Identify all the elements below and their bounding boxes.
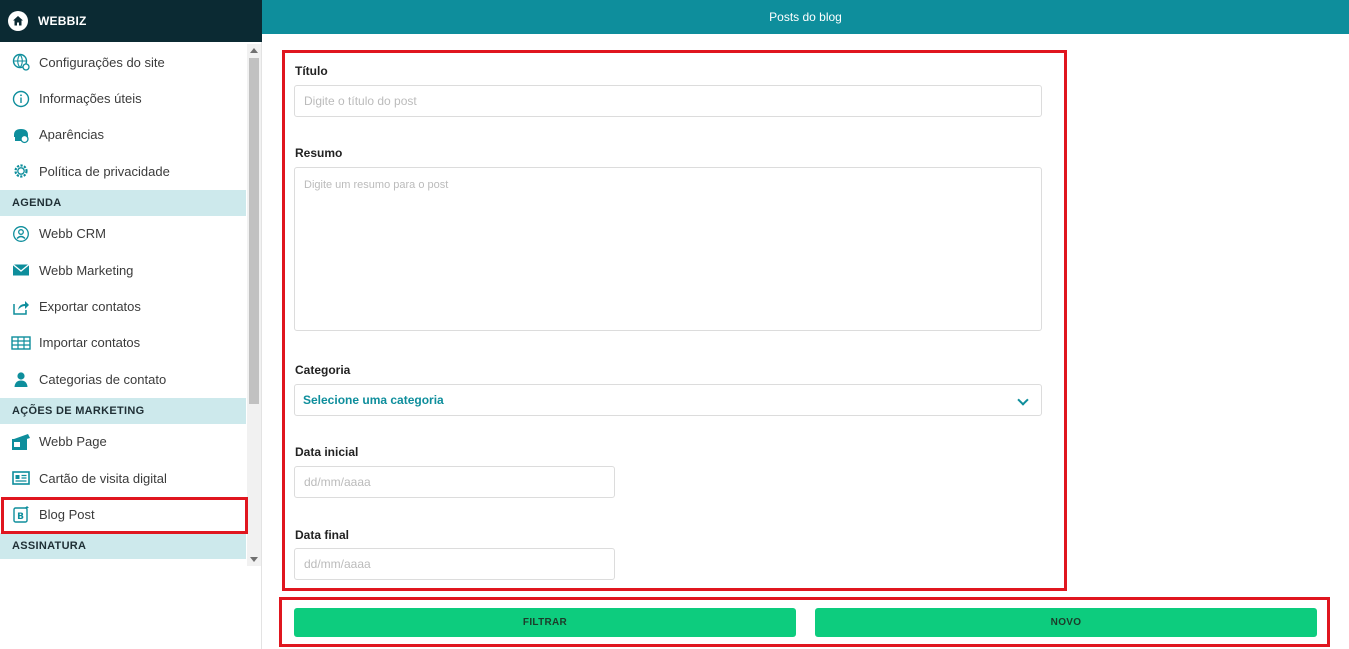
web-page-icon <box>11 432 31 452</box>
start-date-placeholder: dd/mm/aaaa <box>304 475 371 489</box>
end-date-input[interactable]: dd/mm/aaaa <box>294 548 615 580</box>
brand-title: WEBBIZ <box>38 14 87 28</box>
title-label: Título <box>295 64 328 78</box>
start-date-input[interactable]: dd/mm/aaaa <box>294 466 615 498</box>
sidebar-item-label: Política de privacidade <box>39 163 170 179</box>
section-acoes-marketing: AÇÕES DE MARKETING <box>0 397 246 424</box>
scroll-up-icon[interactable] <box>250 48 258 53</box>
sidebar-item-categorias[interactable]: Categorias de contato <box>0 361 246 397</box>
crm-icon <box>11 224 31 244</box>
sidebar-item-informacoes[interactable]: Informações úteis <box>0 80 246 116</box>
business-card-icon <box>11 468 31 488</box>
sidebar-item-label: Webb CRM <box>39 226 106 242</box>
sidebar-menu: Configurações do site Informações úteis … <box>0 44 246 566</box>
table-icon <box>11 333 31 353</box>
page-title: Posts do blog <box>769 10 842 24</box>
scroll-down-icon[interactable] <box>250 557 258 562</box>
sidebar-item-label: Webb Marketing <box>39 262 134 278</box>
chevron-down-icon <box>1017 394 1029 406</box>
gear-icon <box>11 161 31 181</box>
title-input[interactable]: Digite o título do post <box>294 85 1042 117</box>
brand-bar[interactable]: WEBBIZ <box>0 0 262 42</box>
sidebar-item-importar[interactable]: Importar contatos <box>0 325 246 361</box>
summary-label: Resumo <box>295 146 343 160</box>
end-date-label: Data final <box>295 528 350 542</box>
info-icon <box>11 89 31 109</box>
section-assinatura: ASSINATURA <box>0 532 246 559</box>
sidebar-item-label: Blog Post <box>39 506 95 522</box>
appearance-icon <box>11 125 31 145</box>
section-agenda: AGENDA <box>0 189 246 216</box>
sidebar-item-label: Exportar contatos <box>39 299 141 315</box>
category-select[interactable]: Selecione uma categoria <box>294 384 1042 416</box>
sidebar-item-webb-crm[interactable]: Webb CRM <box>0 216 246 252</box>
svg-text:B: B <box>17 512 24 522</box>
sidebar-item-cartao-visita[interactable]: Cartão de visita digital <box>0 460 246 496</box>
category-selected-value: Selecione uma categoria <box>303 393 444 407</box>
sidebar-item-label: Webb Page <box>39 434 107 450</box>
sidebar-item-exportar[interactable]: Exportar contatos <box>0 288 246 324</box>
sidebar-item-aparencias[interactable]: Aparências <box>0 117 246 153</box>
sidebar-item-politica[interactable]: Política de privacidade <box>0 153 246 189</box>
sidebar-item-label: Informações úteis <box>39 91 142 107</box>
sidebar-item-configuracoes[interactable]: Configurações do site <box>0 44 246 80</box>
globe-gear-icon <box>11 52 31 72</box>
scroll-thumb[interactable] <box>249 58 259 404</box>
category-label: Categoria <box>295 363 351 377</box>
title-placeholder: Digite o título do post <box>304 94 417 108</box>
sidebar-item-label: Aparências <box>39 127 105 143</box>
sidebar: WEBBIZ Configurações do site Informações… <box>0 0 262 649</box>
end-date-placeholder: dd/mm/aaaa <box>304 557 371 571</box>
page-header: Posts do blog <box>262 0 1349 34</box>
sidebar-item-label: Configurações do site <box>39 54 165 70</box>
sidebar-item-label: Cartão de visita digital <box>39 470 167 486</box>
sidebar-item-blog-post[interactable]: B Blog Post <box>0 496 246 532</box>
person-icon <box>11 369 31 389</box>
sidebar-item-label: Categorias de contato <box>39 371 167 387</box>
new-button[interactable]: NOVO <box>815 608 1317 637</box>
export-icon <box>11 297 31 317</box>
summary-textarea[interactable]: Digite um resumo para o post <box>294 167 1042 331</box>
sidebar-item-webb-marketing[interactable]: Webb Marketing <box>0 252 246 288</box>
sidebar-item-label: Importar contatos <box>39 335 141 351</box>
sidebar-scrollbar[interactable] <box>247 44 261 566</box>
start-date-label: Data inicial <box>295 445 359 459</box>
filter-button[interactable]: FILTRAR <box>294 608 796 637</box>
envelope-icon <box>11 260 31 280</box>
sidebar-item-webb-page[interactable]: Webb Page <box>0 424 246 460</box>
home-icon <box>8 11 28 31</box>
blog-icon: B <box>11 504 31 524</box>
summary-placeholder: Digite um resumo para o post <box>304 179 449 191</box>
